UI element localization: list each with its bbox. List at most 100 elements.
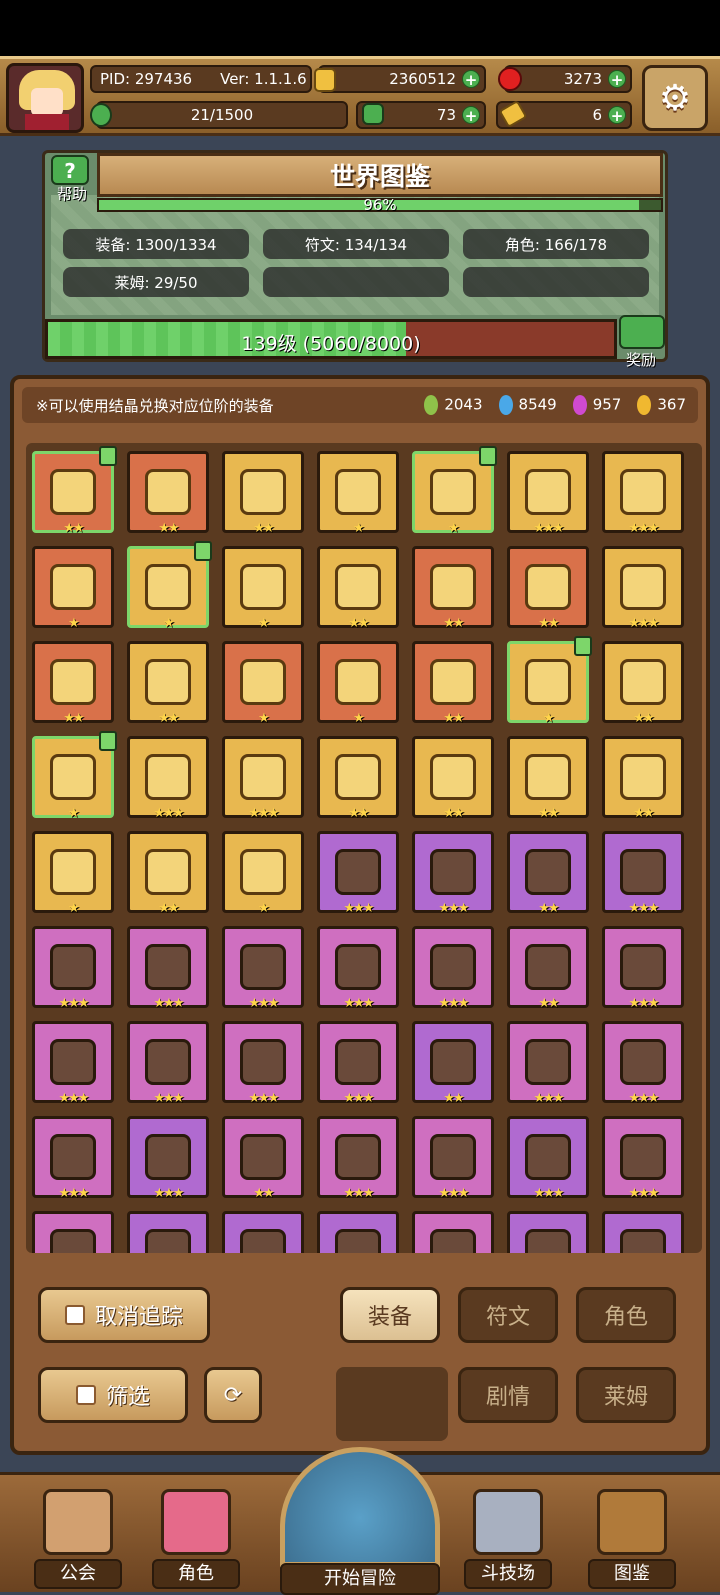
equipment-slot[interactable]: ★★ (507, 926, 589, 1011)
equipment-slot[interactable]: ★ (412, 446, 497, 536)
grid-icon (75, 1385, 96, 1405)
equipment-slot[interactable]: ★★ (412, 546, 494, 631)
equipment-slot[interactable]: ★★★ (32, 1116, 114, 1201)
add-clover-button[interactable]: + (462, 106, 480, 125)
equipment-slot[interactable] (412, 1211, 494, 1253)
equipment-slot[interactable]: ★ (507, 636, 592, 726)
equipment-slot[interactable]: ★★★ (602, 1021, 684, 1106)
equipment-slot[interactable]: ★★★ (32, 926, 114, 1011)
equipment-slot[interactable]: ★★★ (317, 1116, 399, 1201)
reward-button[interactable]: 奖励 (615, 315, 667, 369)
equipment-slot[interactable]: ★★ (32, 446, 117, 536)
equipment-slot[interactable]: ★★ (127, 451, 209, 536)
equipment-slot[interactable]: ★ (127, 541, 212, 631)
help-button[interactable]: ? 帮助 (51, 155, 93, 203)
equipment-icon (145, 944, 191, 990)
equipment-slot[interactable]: ★★ (32, 641, 114, 726)
equipment-slot[interactable] (507, 1211, 589, 1253)
settings-button[interactable]: ⚙ (642, 65, 708, 131)
nav-guild[interactable]: 公会 (34, 1489, 122, 1595)
equipment-slot[interactable]: ★★★ (412, 831, 494, 916)
equipment-slot[interactable]: ★ (317, 451, 399, 536)
untrack-button[interactable]: 取消追踪 (38, 1287, 210, 1343)
add-gold-button[interactable]: + (462, 70, 480, 89)
equipment-slot[interactable]: ★ (32, 546, 114, 631)
equipment-slot[interactable]: ★★ (222, 451, 304, 536)
add-key-button[interactable]: + (608, 106, 626, 125)
filter-button[interactable]: 筛选 (38, 1367, 188, 1423)
equipment-slot[interactable]: ★★★ (602, 546, 684, 631)
equipment-slot[interactable] (602, 1211, 684, 1253)
equipment-slot[interactable]: ★★ (222, 1116, 304, 1201)
equipment-slot[interactable]: ★★★ (222, 1021, 304, 1106)
refresh-button[interactable]: ⟳ (204, 1367, 262, 1423)
equipment-slot[interactable]: ★★★ (317, 1021, 399, 1106)
tab-slime[interactable]: 莱姆 (576, 1367, 676, 1423)
equipment-slot[interactable]: ★★ (602, 736, 684, 821)
equipment-slot[interactable] (32, 1211, 114, 1253)
equipment-slot[interactable]: ★ (32, 831, 114, 916)
nav-arena[interactable]: 斗技场 (464, 1489, 552, 1595)
equipment-slot[interactable]: ★★★ (127, 1116, 209, 1201)
equipment-icon (240, 1134, 286, 1180)
equipment-slot[interactable]: ★★ (412, 736, 494, 821)
equipment-slot[interactable] (127, 1211, 209, 1253)
equipment-slot[interactable]: ★★ (317, 736, 399, 821)
add-ruby-button[interactable]: + (608, 70, 626, 89)
equipment-slot[interactable]: ★★ (602, 641, 684, 726)
star-rating: ★★★ (248, 806, 280, 821)
equipment-slot[interactable]: ★★★ (127, 926, 209, 1011)
star-rating: ★★★ (533, 1091, 565, 1106)
equipment-slot[interactable]: ★★ (507, 831, 589, 916)
equipment-slot[interactable]: ★★★ (507, 1116, 589, 1201)
crystal-counter: 8549 (498, 395, 557, 415)
equipment-grid[interactable]: ★★ ★★ ★★ ★ ★ ★★★ ★★★ ★ ★ ★ ★★ ★★ ★★ ★★★ ★★ ★★ ★ ★ ★★ ★ ★★ ★ ★★… (26, 443, 702, 1253)
equipment-slot[interactable]: ★★★ (317, 926, 399, 1011)
nav-adventure[interactable]: 开始冒险 (272, 1447, 448, 1595)
tracked-thumb-icon (574, 636, 592, 656)
tab-rune[interactable]: 符文 (458, 1287, 558, 1343)
equipment-slot[interactable]: ★★★ (32, 1021, 114, 1106)
equipment-slot[interactable]: ★★ (507, 546, 589, 631)
equipment-slot[interactable]: ★ (222, 831, 304, 916)
equipment-slot[interactable]: ★★★ (127, 736, 209, 821)
equipment-slot[interactable]: ★ (222, 641, 304, 726)
star-rating: ★★★ (438, 901, 470, 916)
equipment-slot[interactable]: ★★★ (602, 926, 684, 1011)
equipment-slot[interactable]: ★★★ (507, 1021, 589, 1106)
equipment-slot[interactable]: ★★ (412, 641, 494, 726)
nav-codex[interactable]: 图鉴 (588, 1489, 676, 1595)
equipment-slot[interactable]: ★★ (127, 641, 209, 726)
equipment-slot[interactable]: ★★★ (222, 926, 304, 1011)
equipment-slot[interactable]: ★★★ (222, 736, 304, 821)
equipment-slot[interactable]: ★ (317, 641, 399, 726)
equipment-slot[interactable]: ★★ (127, 831, 209, 916)
tab-character[interactable]: 角色 (576, 1287, 676, 1343)
equipment-slot[interactable]: ★★★ (507, 451, 589, 536)
tab-equipment[interactable]: 装备 (340, 1287, 440, 1343)
equipment-icon (50, 564, 96, 610)
equipment-slot[interactable]: ★★★ (602, 831, 684, 916)
equipment-slot[interactable]: ★★ (317, 546, 399, 631)
equipment-icon (430, 1134, 476, 1180)
player-avatar[interactable] (6, 63, 84, 133)
equipment-slot[interactable]: ★ (32, 731, 117, 821)
equipment-slot[interactable]: ★★ (507, 736, 589, 821)
equipment-icon (525, 469, 571, 515)
nav-character[interactable]: 角色 (152, 1489, 240, 1595)
equipment-slot[interactable]: ★ (222, 546, 304, 631)
equipment-slot[interactable]: ★★★ (602, 1116, 684, 1201)
equipment-slot[interactable]: ★★★ (602, 451, 684, 536)
tab-story[interactable]: 剧情 (458, 1367, 558, 1423)
equipment-slot[interactable]: ★★★ (412, 926, 494, 1011)
equipment-slot[interactable] (222, 1211, 304, 1253)
version-text: Ver: 1.1.1.6 (220, 70, 307, 88)
equipment-icon (240, 469, 286, 515)
equipment-slot[interactable] (317, 1211, 399, 1253)
equipment-icon (240, 754, 286, 800)
equipment-slot[interactable]: ★★ (412, 1021, 494, 1106)
equipment-slot[interactable]: ★★★ (127, 1021, 209, 1106)
equipment-slot[interactable]: ★★★ (317, 831, 399, 916)
equipment-slot[interactable]: ★★★ (412, 1116, 494, 1201)
equipment-icon (525, 849, 571, 895)
